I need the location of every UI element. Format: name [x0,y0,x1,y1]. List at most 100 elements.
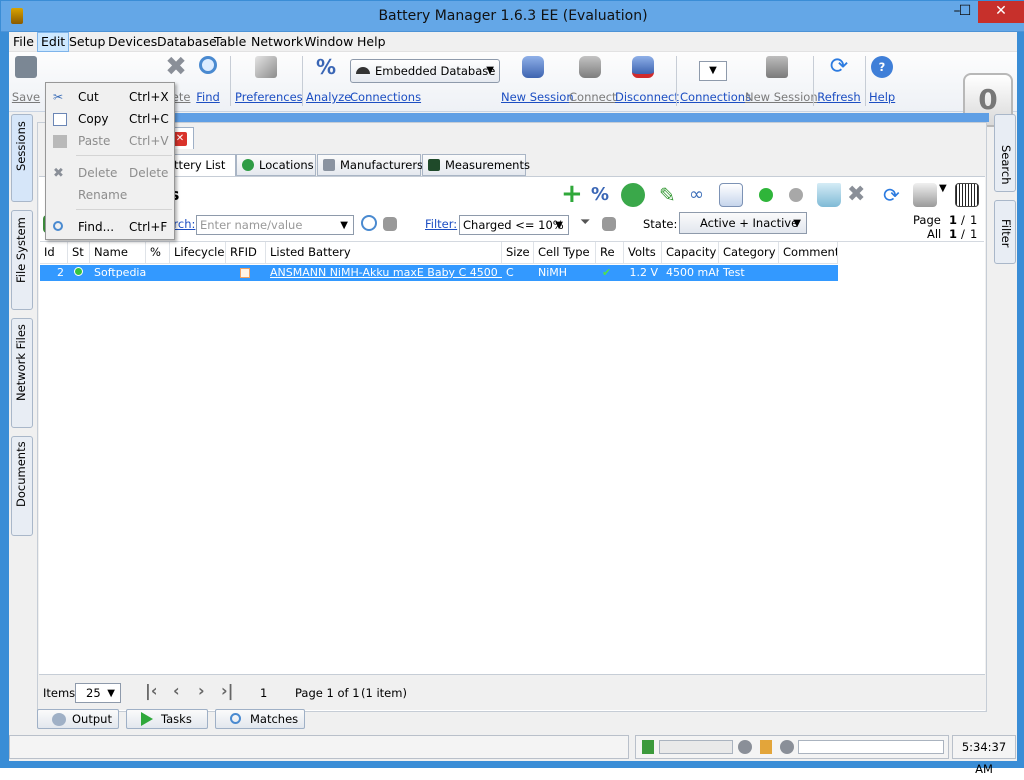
magnifier-icon [230,713,241,724]
filter-select[interactable]: Charged <= 10% ▼ [459,215,569,235]
link-icon[interactable]: ∞ [689,183,713,207]
pencil-icon[interactable]: ✎ [659,183,683,207]
menu-edit[interactable]: Edit [37,32,70,52]
close-button[interactable]: ✕ [978,1,1024,23]
file-system-tab[interactable]: File System [11,210,33,310]
page-info: Page 1 of 1 [295,686,360,700]
recycle-icon[interactable] [621,183,645,207]
clear-filter-icon[interactable] [602,217,616,231]
menu-item-rename[interactable]: Rename [46,185,174,205]
menu-window[interactable]: Window [304,34,353,49]
column-header[interactable]: Id [40,242,68,264]
table-row[interactable]: 2 Softpedia ANSMANN NiMH-Akku maxE Baby … [40,265,838,281]
menu-database[interactable]: Database [157,34,217,49]
network-select[interactable]: ▼ [699,61,727,81]
clear-search-icon[interactable] [383,217,397,231]
chevron-down-icon: ▼ [340,220,348,231]
menu-item-delete[interactable]: ✖ Delete Delete [46,163,174,183]
close-tab-icon[interactable]: ✕ [173,132,187,146]
network-files-tab[interactable]: Network Files [11,318,33,428]
pager-bar: Items 25 ▼ |‹ ‹ › ›| 1 Page 1 of 1 (1 it… [39,674,985,710]
menu-file[interactable]: File [13,34,34,49]
last-page-icon[interactable]: ›| [221,681,233,700]
gear-icon [738,740,752,754]
column-header[interactable]: Name [90,242,146,264]
analyze-button[interactable]: % Analyze [306,56,351,104]
matches-tab[interactable]: Matches [215,709,305,729]
upload-icon [642,740,654,754]
preferences-button[interactable]: Preferences [235,56,303,104]
help-button[interactable]: ? Help [869,56,895,104]
maximize-button[interactable]: ☐ [951,1,979,23]
first-page-icon[interactable]: |‹ [145,681,157,700]
network-new-session-button[interactable]: New Session [745,56,818,104]
sessions-tab[interactable]: Sessions [11,114,33,202]
save-button[interactable]: Save [11,56,41,104]
search-input[interactable]: Enter name/value ▼ [196,215,354,235]
connect-button[interactable]: Connect [569,56,617,104]
output-tab[interactable]: Output [37,709,119,729]
menu-devices[interactable]: Devices [108,34,157,49]
next-page-icon[interactable]: › [198,681,205,700]
chevron-down-icon[interactable]: ▼ [939,183,949,207]
filter-tab[interactable]: Filter [994,200,1016,264]
document-icon[interactable] [719,183,743,207]
column-header[interactable]: Comment [779,242,838,264]
refresh-icon[interactable]: ⟳ [883,183,907,207]
column-header[interactable]: St [68,242,90,264]
column-header[interactable]: RFID [226,242,266,264]
connections-button[interactable]: Connections [350,84,421,104]
column-header[interactable]: Volts [624,242,662,264]
tasks-tab[interactable]: Tasks [126,709,208,729]
delete-x-icon[interactable]: ✖ [847,183,871,207]
menu-help[interactable]: Help [357,34,386,49]
floppy-disk-icon [15,56,37,78]
menu-item-paste[interactable]: Paste Ctrl+V [46,131,174,151]
column-header[interactable]: Cell Type [534,242,596,264]
filter-link[interactable]: Filter: [425,217,457,231]
new-session-button[interactable]: New Session [501,56,574,104]
percent-icon[interactable]: % [591,183,615,207]
funnel-icon[interactable]: ⏷ [580,215,594,231]
menu-setup[interactable]: Setup [69,34,105,49]
chevron-down-icon: ▼ [793,218,801,229]
column-header[interactable]: Size [502,242,534,264]
menu-item-find[interactable]: Find... Ctrl+F [46,217,174,237]
column-header[interactable]: Listed Battery [266,242,502,264]
inactive-status-icon[interactable] [789,188,803,202]
items-per-page-select[interactable]: 25 ▼ [75,683,121,703]
cell-volts: 1.2 V [629,266,658,279]
menu-table[interactable]: Table [214,34,246,49]
trash-icon[interactable] [817,183,841,207]
column-header[interactable]: % [146,242,170,264]
chevron-down-icon: ▼ [486,65,494,76]
menu-network[interactable]: Network [251,34,303,49]
column-header[interactable]: Capacity [662,242,719,264]
magnifier-icon[interactable] [361,215,377,231]
column-header[interactable]: Re [596,242,624,264]
barcode-icon[interactable] [955,183,979,207]
refresh-button[interactable]: ⟳ Refresh [817,56,861,105]
search-tab[interactable]: Search [994,114,1016,192]
cell-capacity: 4500 mAh [666,266,719,279]
database-select[interactable]: Embedded Database ▼ [350,59,500,83]
find-button[interactable]: Find [195,56,221,104]
tab-measurements[interactable]: Measurements [422,154,530,176]
previous-page-icon[interactable]: ‹ [173,681,180,700]
printer-icon[interactable] [913,183,937,207]
tab-locations[interactable]: Locations [236,154,316,176]
network-connections-button[interactable]: Connections [680,84,751,104]
documents-tab[interactable]: Documents [11,436,33,536]
cell-listed-battery[interactable]: ANSMANN NiMH-Akku maxE Baby C 4500 mAh [266,265,502,281]
disconnect-button[interactable]: Disconnect [615,56,679,104]
column-header[interactable]: Lifecycle [170,242,226,264]
menu-item-copy[interactable]: Copy Ctrl+C [46,109,174,129]
add-icon[interactable]: + [561,181,585,207]
active-status-icon[interactable] [759,188,773,202]
memory-bar [798,740,944,754]
column-header[interactable]: Category [719,242,779,264]
status-tray [635,735,949,759]
tab-manufacturers[interactable]: Manufacturers [317,154,423,176]
menu-item-cut[interactable]: ✂ Cut Ctrl+X [46,87,174,107]
state-select[interactable]: Active + Inactive ▼ [679,212,807,234]
